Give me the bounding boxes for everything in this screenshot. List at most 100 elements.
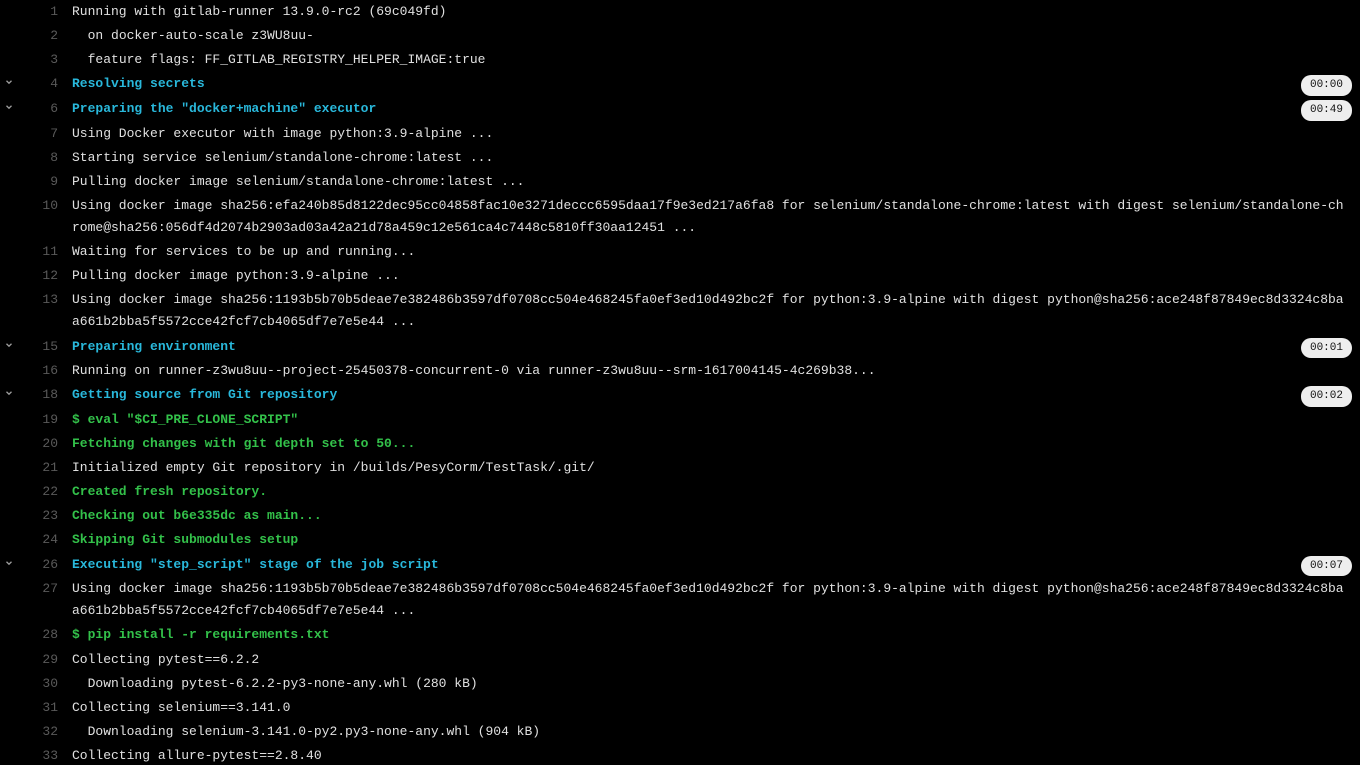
duration-badge: 00:01 — [1301, 336, 1352, 359]
section-header[interactable]: Preparing environment — [72, 336, 1301, 358]
chevron-spacer — [0, 697, 18, 700]
chevron-spacer — [0, 360, 18, 363]
log-text: Checking out b6e335dc as main... — [72, 505, 1360, 527]
chevron-spacer — [0, 289, 18, 292]
log-line: 29Collecting pytest==6.2.2 — [0, 648, 1360, 672]
chevron-spacer — [0, 195, 18, 198]
log-text: on docker-auto-scale z3WU8uu- — [72, 25, 1360, 47]
chevron-spacer — [0, 624, 18, 627]
duration-badge: 00:07 — [1301, 554, 1352, 577]
log-text: Collecting allure-pytest==2.8.40 — [72, 745, 1360, 765]
line-number[interactable]: 19 — [18, 409, 72, 431]
log-text: $ pip install -r requirements.txt — [72, 624, 1360, 646]
line-number[interactable]: 20 — [18, 433, 72, 455]
line-number[interactable]: 26 — [18, 554, 72, 576]
section-header[interactable]: Preparing the "docker+machine" executor — [72, 98, 1301, 120]
log-text: Running on runner-z3wu8uu--project-25450… — [72, 360, 1360, 382]
chevron-spacer — [0, 433, 18, 436]
line-number[interactable]: 12 — [18, 265, 72, 287]
log-line: 21Initialized empty Git repository in /b… — [0, 456, 1360, 480]
chevron-spacer — [0, 49, 18, 52]
log-text: Using docker image sha256:1193b5b70b5dea… — [72, 578, 1360, 622]
line-number[interactable]: 8 — [18, 147, 72, 169]
chevron-spacer — [0, 241, 18, 244]
line-number[interactable]: 4 — [18, 73, 72, 95]
log-line: 7Using Docker executor with image python… — [0, 122, 1360, 146]
log-line: 13Using docker image sha256:1193b5b70b5d… — [0, 288, 1360, 334]
collapse-toggle[interactable] — [0, 73, 18, 95]
duration-badge: 00:02 — [1301, 384, 1352, 407]
log-text: Pulling docker image python:3.9-alpine .… — [72, 265, 1360, 287]
duration-badge: 00:49 — [1301, 98, 1352, 121]
line-number[interactable]: 2 — [18, 25, 72, 47]
chevron-spacer — [0, 673, 18, 676]
log-text: Starting service selenium/standalone-chr… — [72, 147, 1360, 169]
chevron-spacer — [0, 123, 18, 126]
collapse-toggle[interactable] — [0, 554, 18, 576]
line-number[interactable]: 31 — [18, 697, 72, 719]
log-line: 33Collecting allure-pytest==2.8.40 — [0, 744, 1360, 765]
log-line: 23Checking out b6e335dc as main... — [0, 504, 1360, 528]
line-number[interactable]: 1 — [18, 1, 72, 23]
line-number[interactable]: 29 — [18, 649, 72, 671]
line-number[interactable]: 7 — [18, 123, 72, 145]
log-text: Created fresh repository. — [72, 481, 1360, 503]
chevron-spacer — [0, 481, 18, 484]
chevron-spacer — [0, 745, 18, 748]
chevron-spacer — [0, 147, 18, 150]
log-line: 18Getting source from Git repository00:0… — [0, 383, 1360, 408]
log-text: Pulling docker image selenium/standalone… — [72, 171, 1360, 193]
line-number[interactable]: 18 — [18, 384, 72, 406]
line-number[interactable]: 32 — [18, 721, 72, 743]
chevron-spacer — [0, 457, 18, 460]
line-number[interactable]: 21 — [18, 457, 72, 479]
chevron-spacer — [0, 171, 18, 174]
line-number[interactable]: 9 — [18, 171, 72, 193]
log-line: 11Waiting for services to be up and runn… — [0, 240, 1360, 264]
log-text: Downloading pytest-6.2.2-py3-none-any.wh… — [72, 673, 1360, 695]
log-text: Skipping Git submodules setup — [72, 529, 1360, 551]
log-line: 20Fetching changes with git depth set to… — [0, 432, 1360, 456]
log-text: Using docker image sha256:1193b5b70b5dea… — [72, 289, 1360, 333]
chevron-spacer — [0, 505, 18, 508]
log-line: 22Created fresh repository. — [0, 480, 1360, 504]
line-number[interactable]: 10 — [18, 195, 72, 217]
log-line: 32 Downloading selenium-3.141.0-py2.py3-… — [0, 720, 1360, 744]
line-number[interactable]: 24 — [18, 529, 72, 551]
line-number[interactable]: 15 — [18, 336, 72, 358]
line-number[interactable]: 6 — [18, 98, 72, 120]
section-header[interactable]: Resolving secrets — [72, 73, 1301, 95]
log-line: 10Using docker image sha256:efa240b85d81… — [0, 194, 1360, 240]
log-text: feature flags: FF_GITLAB_REGISTRY_HELPER… — [72, 49, 1360, 71]
log-text: Using docker image sha256:efa240b85d8122… — [72, 195, 1360, 239]
log-line: 28$ pip install -r requirements.txt — [0, 623, 1360, 647]
collapse-toggle[interactable] — [0, 98, 18, 120]
line-number[interactable]: 22 — [18, 481, 72, 503]
line-number[interactable]: 33 — [18, 745, 72, 765]
section-header[interactable]: Getting source from Git repository — [72, 384, 1301, 406]
chevron-spacer — [0, 25, 18, 28]
line-number[interactable]: 30 — [18, 673, 72, 695]
log-line: 1Running with gitlab-runner 13.9.0-rc2 (… — [0, 0, 1360, 24]
line-number[interactable]: 28 — [18, 624, 72, 646]
log-line: 3 feature flags: FF_GITLAB_REGISTRY_HELP… — [0, 48, 1360, 72]
duration-badge: 00:00 — [1301, 73, 1352, 96]
log-text: Waiting for services to be up and runnin… — [72, 241, 1360, 263]
collapse-toggle[interactable] — [0, 384, 18, 406]
line-number[interactable]: 27 — [18, 578, 72, 600]
chevron-spacer — [0, 1, 18, 4]
line-number[interactable]: 23 — [18, 505, 72, 527]
log-line: 30 Downloading pytest-6.2.2-py3-none-any… — [0, 672, 1360, 696]
log-line: 31Collecting selenium==3.141.0 — [0, 696, 1360, 720]
line-number[interactable]: 16 — [18, 360, 72, 382]
chevron-spacer — [0, 578, 18, 581]
log-text: Collecting selenium==3.141.0 — [72, 697, 1360, 719]
chevron-spacer — [0, 649, 18, 652]
line-number[interactable]: 13 — [18, 289, 72, 311]
line-number[interactable]: 11 — [18, 241, 72, 263]
log-line: 24Skipping Git submodules setup — [0, 528, 1360, 552]
collapse-toggle[interactable] — [0, 336, 18, 358]
section-header[interactable]: Executing "step_script" stage of the job… — [72, 554, 1301, 576]
line-number[interactable]: 3 — [18, 49, 72, 71]
log-line: 4Resolving secrets00:00 — [0, 72, 1360, 97]
